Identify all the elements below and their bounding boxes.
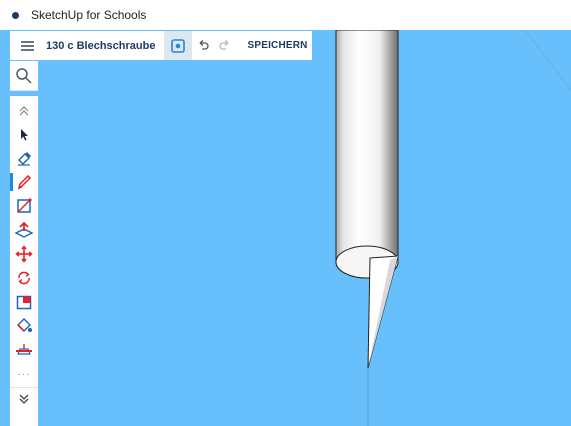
undo-icon [200, 39, 210, 50]
tool-move[interactable] [10, 243, 38, 265]
view-button[interactable] [164, 31, 193, 60]
3d-viewport[interactable] [0, 30, 571, 426]
document-title[interactable]: 130 c Blechschraube [46, 40, 155, 52]
more-tools-label: ··· [17, 368, 31, 380]
top-toolbar: 130 c Blechschraube SPEICHERN [10, 31, 312, 60]
tool-line[interactable] [10, 171, 38, 193]
rotate-icon [18, 271, 30, 285]
tool-rotate[interactable] [10, 267, 38, 289]
scroll-down-button[interactable] [10, 387, 38, 410]
redo-button[interactable] [214, 31, 236, 60]
redo-icon [219, 39, 229, 50]
tools-toolbar: ··· [10, 96, 38, 426]
sketchup-logo-icon [12, 11, 19, 19]
model-canvas[interactable] [0, 30, 571, 426]
scale-icon [16, 295, 32, 310]
more-tools-button[interactable]: ··· [10, 363, 38, 385]
tool-push-pull[interactable] [10, 219, 38, 241]
move-icon [15, 245, 33, 263]
window-title: SketchUp for Schools [31, 8, 147, 22]
pencil-icon [17, 174, 32, 190]
section-plane-icon [16, 344, 32, 355]
chevron-double-down-icon [19, 394, 29, 404]
tool-scale[interactable] [10, 291, 38, 313]
save-button[interactable]: SPEICHERN [247, 40, 307, 51]
tool-eraser[interactable] [10, 147, 38, 169]
tool-section-plane[interactable] [10, 339, 38, 361]
search-button[interactable] [10, 61, 38, 91]
push-pull-icon [14, 221, 34, 238]
search-icon [16, 67, 32, 84]
eraser-icon [18, 152, 31, 166]
paint-bucket-icon [17, 318, 32, 332]
rectangle-icon [17, 198, 32, 213]
window-title-bar: SketchUp for Schools [0, 0, 571, 30]
hamburger-icon [20, 41, 34, 51]
tool-select[interactable] [10, 124, 38, 146]
scroll-up-button[interactable] [10, 100, 38, 122]
sky-background [0, 30, 571, 426]
arrow-cursor-icon [21, 129, 28, 141]
tool-paint-bucket[interactable] [10, 315, 38, 337]
main-menu-button[interactable] [10, 31, 44, 60]
tool-rectangle[interactable] [10, 195, 38, 217]
undo-button[interactable] [192, 31, 214, 60]
chevron-double-up-icon [19, 106, 29, 116]
display-icon [171, 38, 186, 53]
cylinder-body [335, 30, 399, 279]
